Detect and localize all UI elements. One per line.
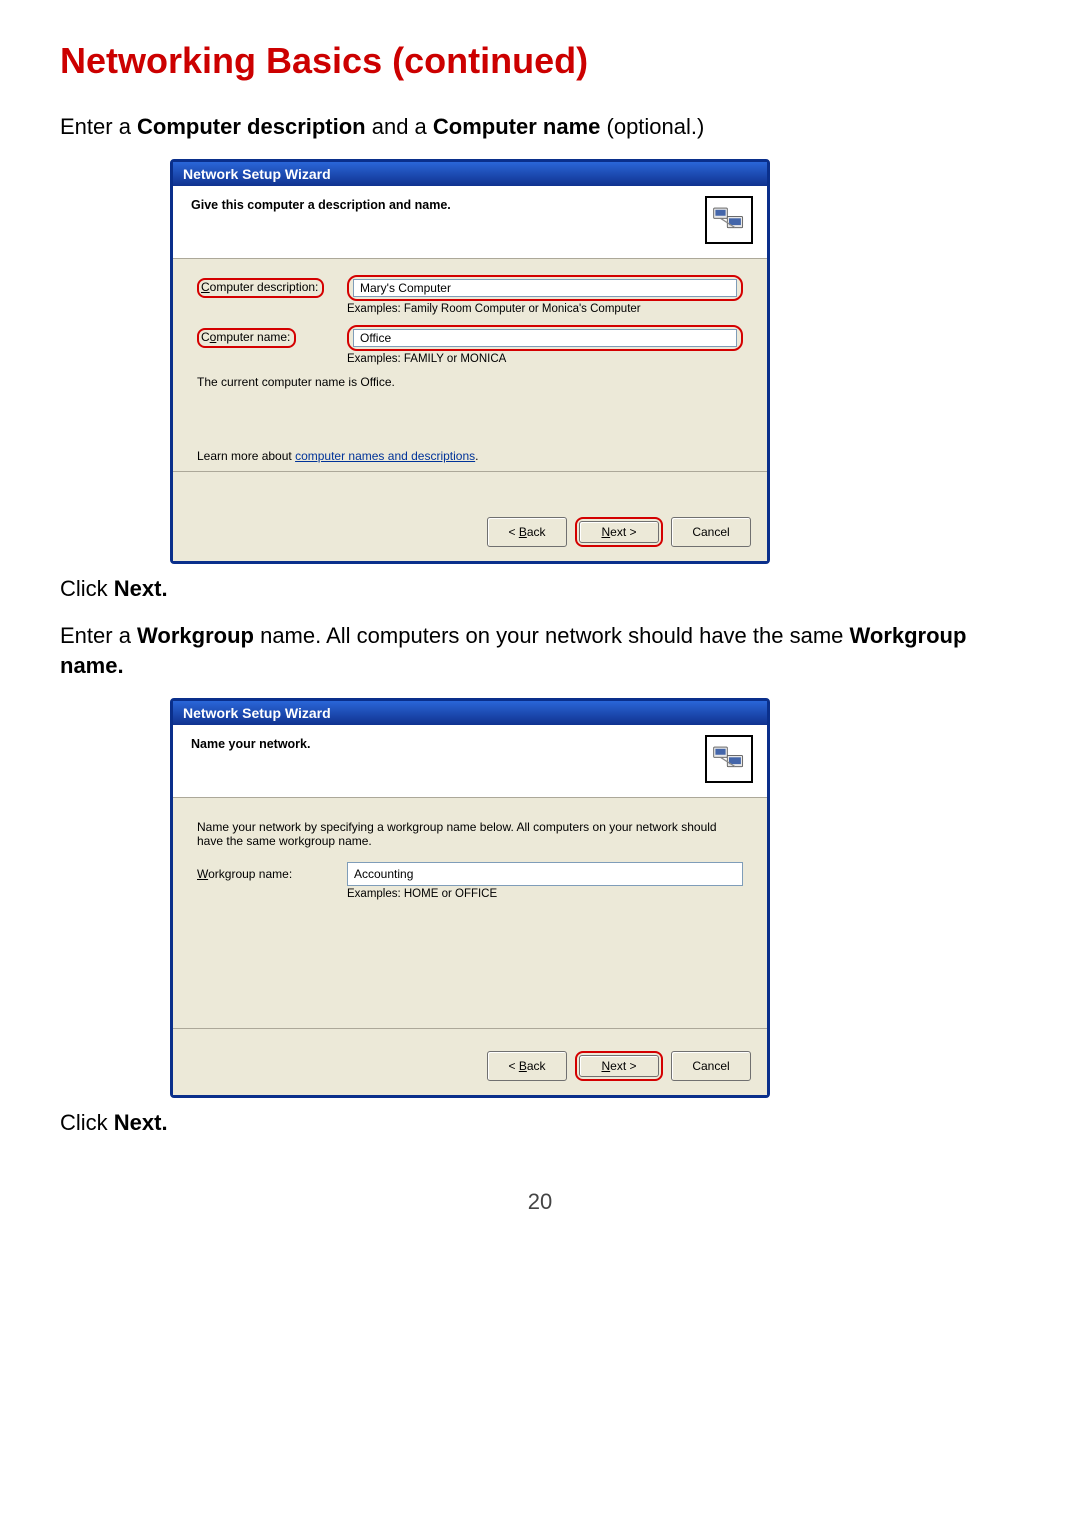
computer-description-row: Computer description: (197, 275, 743, 301)
computer-name-input[interactable] (353, 329, 737, 347)
wizard-header: Give this computer a description and nam… (173, 186, 767, 259)
next-button-highlight: Next > (575, 517, 663, 547)
window-titlebar: Network Setup Wizard (173, 701, 767, 725)
intro-paragraph: Enter a Computer description and a Compu… (60, 112, 1020, 143)
wizard-header: Name your network. (173, 725, 767, 798)
computer-description-highlight (347, 275, 743, 301)
text-bold: Next. (114, 576, 168, 601)
text: mputer name: (216, 330, 290, 344)
learn-more-line: Learn more about computer names and desc… (197, 449, 743, 463)
text: Click (60, 1110, 114, 1135)
text: W (197, 867, 208, 881)
text: C (201, 330, 210, 344)
text-bold: Computer description (137, 114, 366, 139)
workgroup-description: Name your network by specifying a workgr… (197, 820, 743, 848)
text: Learn more about (197, 449, 295, 463)
workgroup-name-row: Workgroup name: (197, 862, 743, 886)
click-next-1: Click Next. (60, 574, 1020, 605)
network-computers-icon (705, 735, 753, 783)
computer-description-label: Computer description: (197, 278, 347, 298)
next-button[interactable]: Next > (579, 1055, 659, 1077)
workgroup-example: Examples: HOME or OFFICE (347, 888, 743, 900)
wizard-body: Computer description: Examples: Family R… (173, 259, 767, 505)
next-button-highlight: Next > (575, 1051, 663, 1081)
next-button[interactable]: Next > (579, 521, 659, 543)
text: . (475, 449, 478, 463)
text-bold: Workgroup (137, 623, 254, 648)
workgroup-name-input[interactable] (347, 862, 743, 886)
page-heading: Networking Basics (continued) (60, 40, 1020, 82)
cancel-button[interactable]: Cancel (671, 1051, 751, 1081)
network-setup-wizard-window-1: Network Setup Wizard Give this computer … (170, 159, 770, 564)
network-computers-icon (705, 196, 753, 244)
text: (optional.) (600, 114, 704, 139)
text-bold: Computer name (433, 114, 600, 139)
window-titlebar: Network Setup Wizard (173, 162, 767, 186)
text: Click (60, 576, 114, 601)
computer-name-label: Computer name: (197, 328, 347, 348)
text: name. All computers on your network shou… (254, 623, 850, 648)
computer-description-input[interactable] (353, 279, 737, 297)
computer-description-example: Examples: Family Room Computer or Monica… (347, 303, 743, 315)
text: C (201, 280, 210, 294)
wizard-heading: Name your network. (191, 735, 310, 751)
text: omputer description: (210, 280, 319, 294)
network-setup-wizard-window-2: Network Setup Wizard Name your network. … (170, 698, 770, 1098)
current-name-info: The current computer name is Office. (197, 375, 743, 389)
click-next-2: Click Next. (60, 1108, 1020, 1139)
computer-name-row: Computer name: (197, 325, 743, 351)
text-bold: Next. (114, 1110, 168, 1135)
learn-more-link[interactable]: computer names and descriptions (295, 449, 475, 463)
page-number: 20 (60, 1189, 1020, 1215)
wizard-button-row: < Back Next > Cancel (173, 1039, 767, 1095)
text: Enter a (60, 623, 137, 648)
back-button[interactable]: < Back (487, 517, 567, 547)
wizard-body: Name your network by specifying a workgr… (173, 798, 767, 1039)
text: Enter a (60, 114, 137, 139)
back-button[interactable]: < Back (487, 1051, 567, 1081)
text: orkgroup name: (208, 867, 292, 881)
computer-name-example: Examples: FAMILY or MONICA (347, 353, 743, 365)
computer-name-highlight (347, 325, 743, 351)
text: and a (366, 114, 433, 139)
workgroup-name-label: Workgroup name: (197, 867, 347, 881)
wizard-button-row: < Back Next > Cancel (173, 505, 767, 561)
workgroup-intro: Enter a Workgroup name. All computers on… (60, 621, 1020, 683)
separator (173, 471, 767, 472)
cancel-button[interactable]: Cancel (671, 517, 751, 547)
wizard-heading: Give this computer a description and nam… (191, 196, 451, 212)
separator (173, 1028, 767, 1029)
